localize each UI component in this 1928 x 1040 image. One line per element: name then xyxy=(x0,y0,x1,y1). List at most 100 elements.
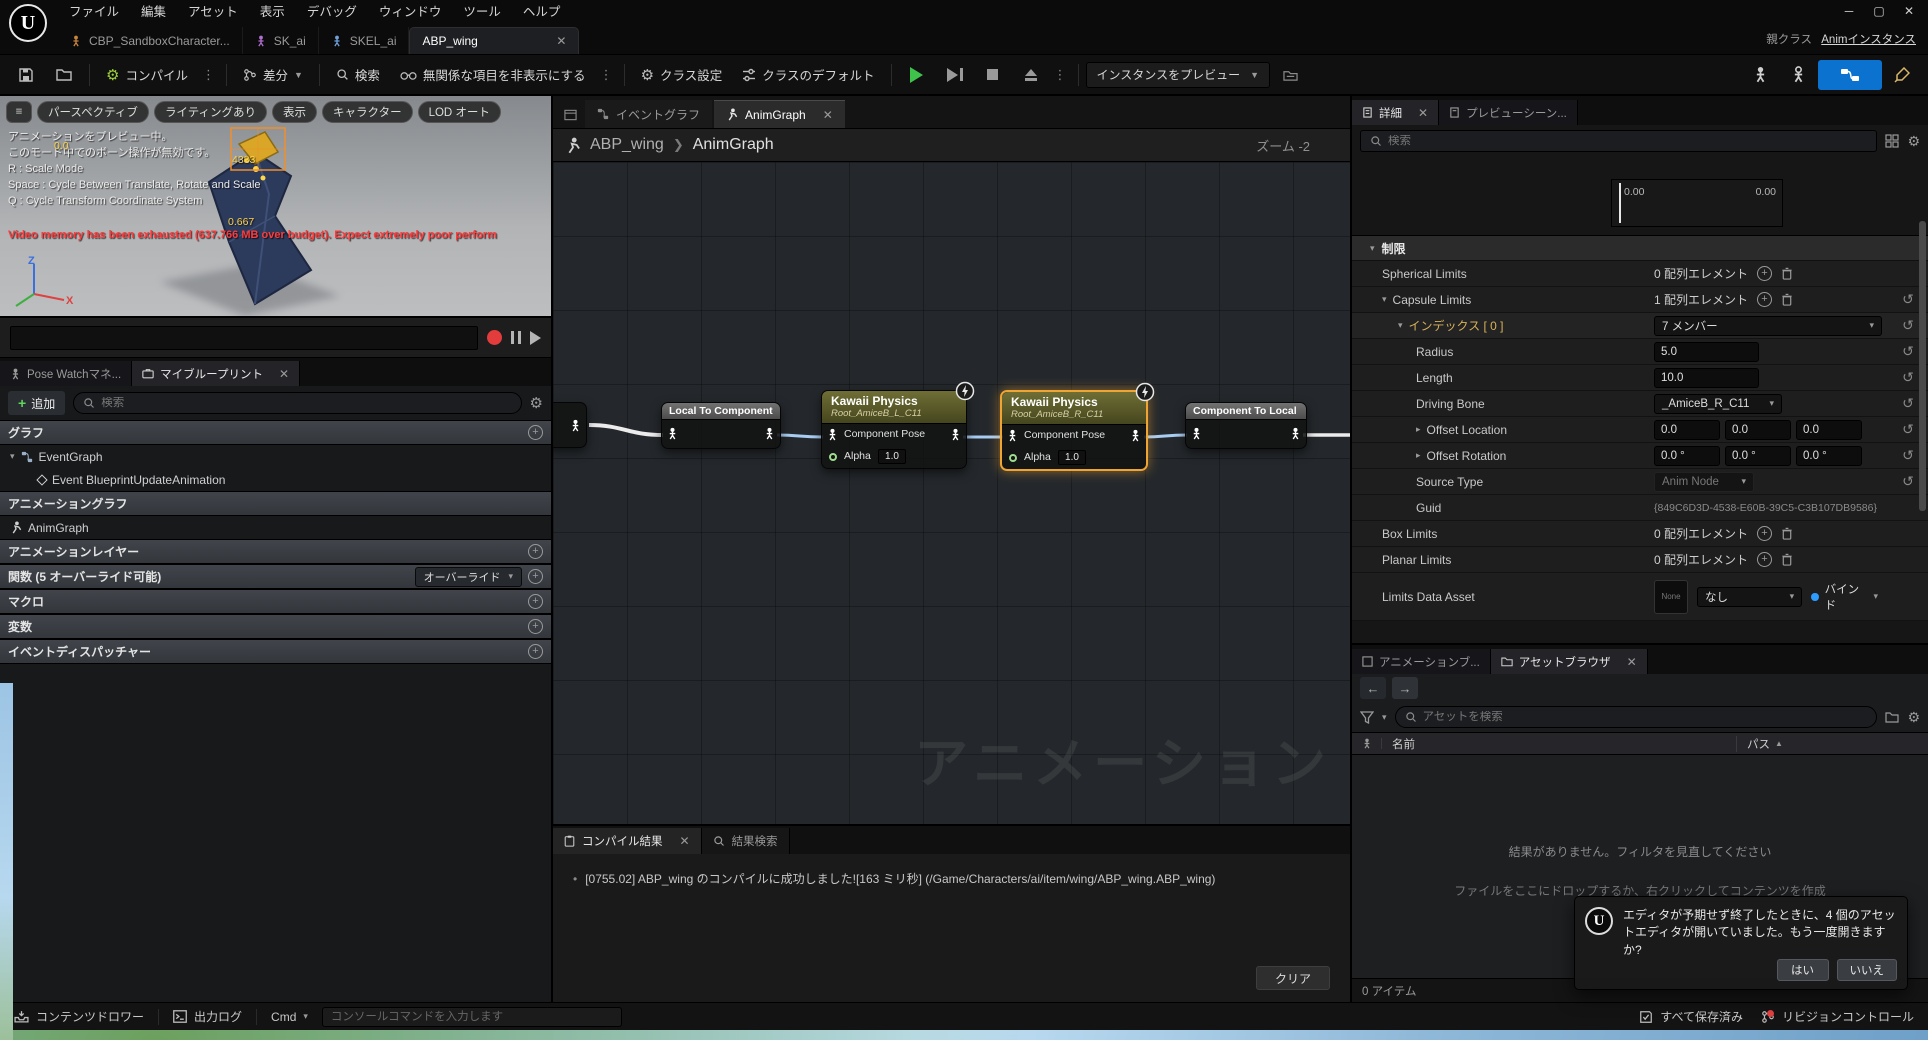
back-button[interactable]: ← xyxy=(1360,677,1386,699)
limits-category-header[interactable]: ▾ 制限 xyxy=(1352,235,1928,261)
add-variable-button[interactable]: + xyxy=(528,619,543,634)
perspective-dropdown[interactable]: パースペクティブ xyxy=(37,101,149,123)
minimize-button[interactable]: ─ xyxy=(1834,0,1864,22)
name-column-header[interactable]: 名前 xyxy=(1382,736,1737,752)
limits-asset-dropdown[interactable]: なし ▾ xyxy=(1697,587,1802,607)
tab-asset-browser[interactable]: アセットブラウザ ✕ xyxy=(1491,649,1648,674)
browser-settings-gear-icon[interactable]: ⚙ xyxy=(1907,709,1920,726)
bind-dropdown[interactable]: バインド ▾ xyxy=(1811,581,1884,613)
close-tab-icon[interactable]: ✕ xyxy=(1408,106,1428,120)
tab-eventgraph-doc[interactable]: イベントグラフ xyxy=(585,100,712,128)
forward-button[interactable]: → xyxy=(1392,677,1418,699)
type-column-icon[interactable] xyxy=(1352,738,1382,749)
menu-help[interactable]: ヘルプ xyxy=(512,0,572,24)
trash-icon[interactable] xyxy=(1781,293,1793,306)
animgraph-canvas[interactable]: Local To Component Kawaii Physics Root_A… xyxy=(553,162,1350,824)
offset-location-x-input[interactable] xyxy=(1654,420,1720,440)
spherical-limits-row[interactable]: Spherical Limits 0 配列エレメント + xyxy=(1352,261,1928,287)
offset-location-row[interactable]: ▸Offset Location ↺ xyxy=(1352,417,1928,443)
menu-file[interactable]: ファイル xyxy=(58,0,130,24)
lit-mode-dropdown[interactable]: ライティングあり xyxy=(154,101,267,123)
pose-input-pin[interactable] xyxy=(1191,427,1202,443)
paint-brush-icon[interactable] xyxy=(1884,60,1920,90)
filter-funnel-icon[interactable] xyxy=(1360,711,1374,724)
members-dropdown[interactable]: 7 メンバー ▾ xyxy=(1654,316,1882,336)
play-forward-button[interactable] xyxy=(530,331,541,345)
component-to-local-node[interactable]: Component To Local xyxy=(1185,402,1307,449)
alpha-input-pin[interactable] xyxy=(829,453,837,461)
breadcrumb-root[interactable]: ABP_wing xyxy=(590,136,664,154)
limits-data-asset-row[interactable]: Limits Data Asset None なし ▾ バインド ▾ xyxy=(1352,573,1928,621)
pose-input-pin[interactable] xyxy=(667,427,678,443)
tab-abp-wing[interactable]: ABP_wing ✕ xyxy=(409,27,579,54)
tab-list-icon[interactable] xyxy=(557,102,583,128)
tab-my-blueprint[interactable]: マイブループリント ✕ xyxy=(132,361,300,386)
offset-rotation-x-input[interactable] xyxy=(1654,446,1720,466)
skeleton-mode-icon[interactable] xyxy=(1742,60,1778,90)
lod-dropdown[interactable]: LOD オート xyxy=(418,101,501,123)
menu-debug[interactable]: デバッグ xyxy=(296,0,368,24)
pause-button[interactable] xyxy=(511,331,521,344)
add-layer-button[interactable]: + xyxy=(528,544,543,559)
menu-view[interactable]: 表示 xyxy=(249,0,296,24)
driving-bone-dropdown[interactable]: _AmiceB_R_C11 ▾ xyxy=(1654,394,1782,414)
class-settings-button[interactable]: ⚙ クラス設定 xyxy=(632,60,732,90)
add-function-button[interactable]: + xyxy=(528,569,543,584)
index-0-row[interactable]: ▾インデックス [ 0 ] 7 メンバー ▾ ↺ xyxy=(1352,313,1928,339)
asset-search-input[interactable] xyxy=(1423,711,1868,723)
settings-gear-icon[interactable]: ⚙ xyxy=(530,394,543,412)
offset-rotation-row[interactable]: ▸Offset Rotation ↺ xyxy=(1352,443,1928,469)
offset-rotation-y-input[interactable] xyxy=(1725,446,1791,466)
close-tab-icon[interactable]: ✕ xyxy=(269,367,289,381)
asset-thumbnail[interactable]: None xyxy=(1654,580,1688,614)
close-tab-icon[interactable]: ✕ xyxy=(670,834,690,848)
animation-graphs-section-header[interactable]: アニメーショングラフ xyxy=(0,491,551,516)
variables-section-header[interactable]: 変数 + xyxy=(0,614,551,639)
tab-pose-watch-manager[interactable]: Pose Watchマネ... xyxy=(0,361,132,386)
box-limits-row[interactable]: Box Limits 0 配列エレメント + xyxy=(1352,521,1928,547)
character-dropdown[interactable]: キャラクター xyxy=(322,101,413,123)
functions-section-header[interactable]: 関数 (5 オーバーライド可能) オーバーライド ▾ + xyxy=(0,564,551,589)
alpha-curve-widget[interactable]: 0.00 0.00 xyxy=(1611,179,1783,227)
pose-output-pin[interactable] xyxy=(764,427,775,443)
add-macro-button[interactable]: + xyxy=(528,594,543,609)
offscreen-node-edge[interactable] xyxy=(553,402,587,448)
animation-layers-section-header[interactable]: アニメーションレイヤー + xyxy=(0,539,551,564)
alpha-value-input[interactable]: 1.0 xyxy=(878,449,906,464)
yes-button[interactable]: はい xyxy=(1777,959,1829,981)
revision-control-button[interactable]: リビジョンコントロール xyxy=(1757,1008,1918,1025)
debug-object-icon[interactable] xyxy=(1272,60,1308,90)
path-column-header[interactable]: パス ▲ xyxy=(1737,736,1928,752)
local-to-component-node[interactable]: Local To Component xyxy=(661,402,781,449)
tab-sk-ai[interactable]: SK_ai xyxy=(243,27,319,54)
filter-chevron-icon[interactable]: ▾ xyxy=(1382,712,1387,723)
clear-button[interactable]: クリア xyxy=(1256,966,1330,990)
menu-window[interactable]: ウィンドウ xyxy=(368,0,453,24)
kawaii-physics-node-left[interactable]: Kawaii Physics Root_AmiceB_L_C11 Compone… xyxy=(821,390,967,469)
offset-location-y-input[interactable] xyxy=(1725,420,1791,440)
capsule-limits-row[interactable]: ▾Capsule Limits 1 配列エレメント + ↺ xyxy=(1352,287,1928,313)
animgraph-item[interactable]: AnimGraph xyxy=(0,516,551,539)
diff-button[interactable]: 差分 ▼ xyxy=(234,60,312,90)
content-drawer-button[interactable]: コンテンツドロワー xyxy=(10,1008,148,1025)
expander-icon[interactable]: ▾ xyxy=(10,451,15,462)
length-input[interactable] xyxy=(1654,368,1759,388)
frame-skip-button[interactable] xyxy=(937,60,973,90)
save-button[interactable] xyxy=(8,60,44,90)
play-options-button[interactable]: ⋮ xyxy=(1051,67,1071,83)
trash-icon[interactable] xyxy=(1781,553,1793,566)
save-status-button[interactable]: すべて保存済み xyxy=(1635,1008,1747,1025)
mesh-mode-icon[interactable] xyxy=(1780,60,1816,90)
pose-input-pin[interactable] xyxy=(1007,429,1018,445)
alpha-value-input[interactable]: 1.0 xyxy=(1058,450,1086,465)
eventgraph-item[interactable]: ▾ EventGraph xyxy=(0,445,551,468)
add-graph-button[interactable]: + xyxy=(528,425,543,440)
find-button[interactable]: 検索 xyxy=(327,60,389,90)
output-log-button[interactable]: 出力ログ xyxy=(169,1008,246,1025)
details-scrollbar[interactable] xyxy=(1919,221,1926,511)
play-button[interactable] xyxy=(899,60,935,90)
menu-edit[interactable]: 編集 xyxy=(130,0,177,24)
driving-bone-row[interactable]: Driving Bone _AmiceB_R_C11 ▾ ↺ xyxy=(1352,391,1928,417)
tab-find-results[interactable]: 結果検索 xyxy=(702,828,790,854)
pose-output-pin[interactable] xyxy=(1290,427,1301,443)
